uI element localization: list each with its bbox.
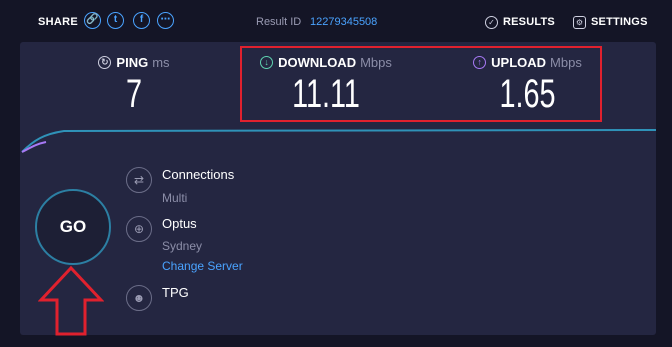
result-id-label: Result ID [256, 16, 302, 28]
annotation-arrow-icon [38, 265, 104, 336]
globe-icon: ⊕ [126, 216, 152, 242]
twitter-icon[interactable]: t [107, 12, 124, 29]
user-icon: ☻ [126, 285, 152, 311]
check-circle-icon: ✓ [485, 15, 498, 29]
go-button[interactable]: GO [35, 189, 111, 265]
settings-label: SETTINGS [591, 16, 648, 28]
go-label: GO [59, 217, 87, 236]
results-label: RESULTS [503, 16, 555, 28]
connections-title: Connections [162, 167, 235, 182]
settings-button[interactable]: ⚙ SETTINGS [573, 13, 648, 31]
server-location: Sydney [162, 239, 203, 253]
ping-value: 7 [125, 72, 143, 116]
gear-icon: ⚙ [573, 15, 586, 29]
share-label: SHARE [38, 16, 79, 28]
connections-info: ⇄ Connections Multi [126, 167, 234, 206]
highlight-box [240, 46, 602, 122]
link-icon[interactable]: 🔗 [84, 12, 101, 29]
ping-unit: ms [152, 55, 170, 70]
ping-metric: ↻ PING ms 7 [80, 55, 188, 117]
connections-icon: ⇄ [126, 167, 152, 193]
server-info: ⊕ Optus Sydney Change Server [126, 216, 243, 274]
results-button[interactable]: ✓ RESULTS [485, 13, 555, 31]
upload-graph-line [21, 141, 47, 153]
speed-graph [21, 129, 656, 153]
provider-info: ☻ TPG [126, 285, 189, 311]
top-bar: SHARE 🔗 t f ⋯ Result ID 12279345508 ✓ RE… [0, 0, 672, 44]
provider-name: TPG [162, 285, 189, 300]
result-id-link[interactable]: 12279345508 [310, 16, 377, 28]
server-name: Optus [162, 216, 197, 231]
ping-label: PING [116, 55, 149, 70]
connections-value: Multi [162, 191, 188, 205]
facebook-icon[interactable]: f [133, 12, 150, 29]
more-icon[interactable]: ⋯ [157, 12, 174, 29]
download-graph-line [21, 129, 656, 153]
ping-icon: ↻ [98, 56, 112, 69]
change-server-link[interactable]: Change Server [162, 258, 243, 274]
